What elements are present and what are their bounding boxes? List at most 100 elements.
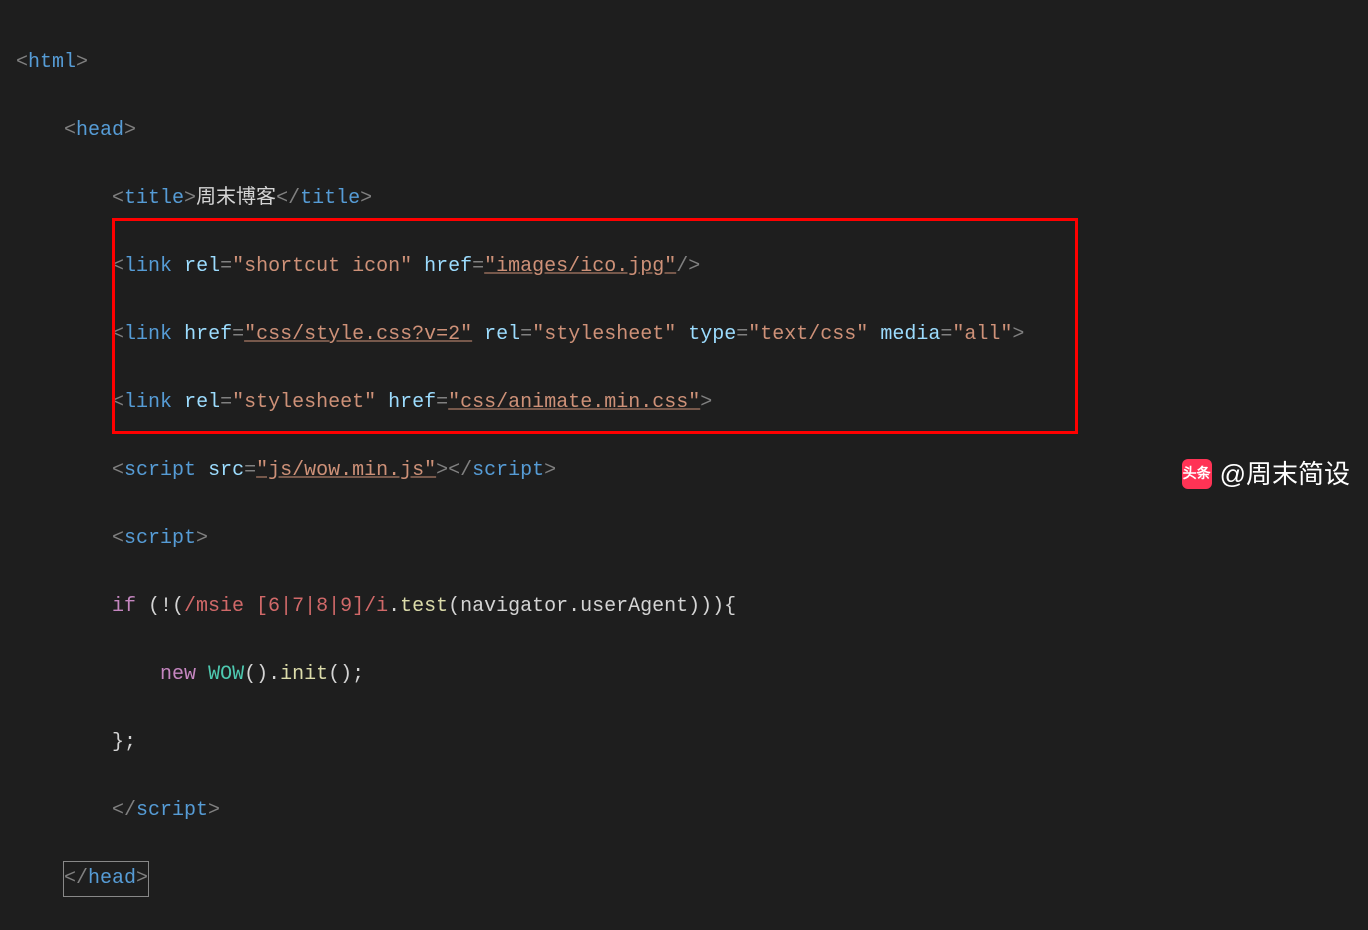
val-wow-js: "js/wow.min.js" bbox=[256, 459, 436, 482]
semicolon: (); bbox=[328, 663, 364, 686]
bracket: > bbox=[76, 51, 88, 74]
watermark-text: @周末简设 bbox=[1220, 452, 1350, 496]
indent bbox=[16, 459, 112, 482]
bracket: </ bbox=[64, 867, 88, 890]
navigator-ua: (navigator.userAgent))){ bbox=[448, 595, 736, 618]
indent bbox=[16, 527, 112, 550]
code-editor[interactable]: <html> <head> <title>周末博客</title> <link … bbox=[0, 0, 1368, 930]
func-init: init bbox=[280, 663, 328, 686]
close-brace: }; bbox=[112, 731, 136, 754]
bracket: </ bbox=[112, 799, 136, 822]
val-all: "all" bbox=[952, 323, 1012, 346]
tag-link: link bbox=[124, 255, 172, 278]
icon-text: 头条 bbox=[1183, 462, 1211, 486]
watermark: 头条 @周末简设 bbox=[1182, 452, 1350, 496]
tag-head: head bbox=[76, 119, 124, 142]
tag-title-close: title bbox=[300, 187, 360, 210]
indent bbox=[16, 323, 112, 346]
cursor-selection: </head> bbox=[64, 862, 148, 896]
tag-html: html bbox=[28, 51, 76, 74]
bracket: < bbox=[16, 51, 28, 74]
bracket: < bbox=[112, 459, 124, 482]
bracket: > bbox=[1012, 323, 1024, 346]
bracket: </ bbox=[448, 459, 472, 482]
code-line: <script> bbox=[16, 522, 1368, 556]
val-style-css: "css/style.css?v=2" bbox=[244, 323, 472, 346]
val-animate-css: "css/animate.min.css" bbox=[448, 391, 700, 414]
attr-src: src bbox=[208, 459, 244, 482]
val-ico-jpg: "images/ico.jpg" bbox=[484, 255, 676, 278]
attr-rel: rel bbox=[184, 391, 220, 414]
attr-href: href bbox=[424, 255, 472, 278]
title-text: 周末博客 bbox=[196, 187, 276, 210]
parens-dot: (). bbox=[244, 663, 280, 686]
val-text-css: "text/css" bbox=[748, 323, 868, 346]
code-line: <script src="js/wow.min.js"></script> bbox=[16, 454, 1368, 488]
func-test: test bbox=[400, 595, 448, 618]
indent bbox=[16, 799, 112, 822]
tag-script: script bbox=[124, 459, 196, 482]
indent bbox=[16, 391, 112, 414]
bracket: > bbox=[544, 459, 556, 482]
val-shortcut-icon: "shortcut icon" bbox=[232, 255, 412, 278]
tag-title: title bbox=[124, 187, 184, 210]
keyword-new: new bbox=[160, 663, 196, 686]
code-line: <html> bbox=[16, 46, 1368, 80]
indent bbox=[16, 867, 64, 890]
bracket: > bbox=[196, 527, 208, 550]
indent bbox=[16, 119, 64, 142]
code-line: if (!(/msie [6|7|8|9]/i.test(navigator.u… bbox=[16, 590, 1368, 624]
indent bbox=[16, 595, 112, 618]
self-close: /> bbox=[676, 255, 700, 278]
bracket: > bbox=[136, 867, 148, 890]
attr-href: href bbox=[184, 323, 232, 346]
space bbox=[196, 663, 208, 686]
attr-href: href bbox=[388, 391, 436, 414]
bracket: > bbox=[436, 459, 448, 482]
regex-msie: /msie [6|7|8|9]/i bbox=[184, 595, 388, 618]
tag-link: link bbox=[124, 391, 172, 414]
bracket: > bbox=[360, 187, 372, 210]
code-line: </script> bbox=[16, 794, 1368, 828]
tag-head-close: head bbox=[88, 867, 136, 890]
indent bbox=[16, 255, 112, 278]
tag-link: link bbox=[124, 323, 172, 346]
paren: (!( bbox=[136, 595, 184, 618]
indent bbox=[16, 731, 112, 754]
attr-media: media bbox=[880, 323, 940, 346]
bracket: > bbox=[124, 119, 136, 142]
indent bbox=[16, 187, 112, 210]
attr-rel: rel bbox=[184, 255, 220, 278]
keyword-if: if bbox=[112, 595, 136, 618]
val-stylesheet: "stylesheet" bbox=[532, 323, 676, 346]
code-line: <link rel="shortcut icon" href="images/i… bbox=[16, 250, 1368, 284]
code-line: </head> bbox=[16, 862, 1368, 896]
bracket: > bbox=[700, 391, 712, 414]
code-line: <link href="css/style.css?v=2" rel="styl… bbox=[16, 318, 1368, 352]
code-line: <head> bbox=[16, 114, 1368, 148]
bracket: < bbox=[112, 187, 124, 210]
equals: = bbox=[220, 255, 232, 278]
attr-type: type bbox=[688, 323, 736, 346]
code-line: <link rel="stylesheet" href="css/animate… bbox=[16, 386, 1368, 420]
bracket: < bbox=[112, 391, 124, 414]
bracket: < bbox=[64, 119, 76, 142]
tag-script-close: script bbox=[472, 459, 544, 482]
attr-rel: rel bbox=[484, 323, 520, 346]
bracket: < bbox=[112, 323, 124, 346]
tag-script: script bbox=[124, 527, 196, 550]
bracket: > bbox=[208, 799, 220, 822]
dot: . bbox=[388, 595, 400, 618]
code-line: new WOW().init(); bbox=[16, 658, 1368, 692]
indent bbox=[16, 663, 160, 686]
tag-script-close: script bbox=[136, 799, 208, 822]
class-wow: WOW bbox=[208, 663, 244, 686]
code-line: <title>周末博客</title> bbox=[16, 182, 1368, 216]
bracket: < bbox=[112, 527, 124, 550]
code-line: }; bbox=[16, 726, 1368, 760]
bracket: </ bbox=[276, 187, 300, 210]
bracket: > bbox=[184, 187, 196, 210]
val-stylesheet: "stylesheet" bbox=[232, 391, 376, 414]
toutiao-icon: 头条 bbox=[1182, 459, 1212, 489]
bracket: < bbox=[112, 255, 124, 278]
